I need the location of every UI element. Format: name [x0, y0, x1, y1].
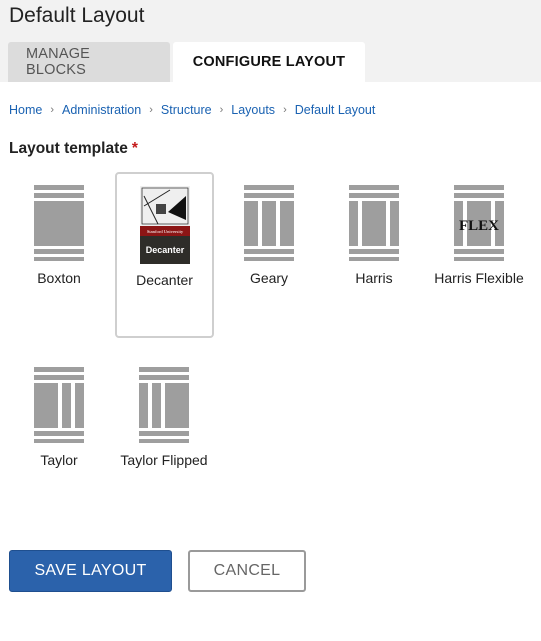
geary-layout-icon — [243, 184, 295, 262]
layout-option-name: Taylor — [40, 452, 78, 468]
chevron-right-icon: › — [149, 104, 153, 116]
required-marker: * — [131, 140, 138, 157]
breadcrumb-default-layout[interactable]: Default Layout — [295, 103, 376, 117]
taylor-layout-icon — [33, 366, 85, 444]
layout-option-boxton[interactable]: Boxton — [9, 184, 109, 288]
breadcrumb-layouts[interactable]: Layouts — [231, 103, 275, 117]
breadcrumb-administration[interactable]: Administration — [62, 103, 141, 117]
tab-configure-layout[interactable]: CONFIGURE LAYOUT — [173, 42, 365, 82]
boxton-layout-icon — [33, 184, 85, 262]
layout-option-name: Taylor Flipped — [120, 452, 208, 468]
layout-option-name: Harris — [355, 270, 393, 286]
cancel-button[interactable]: CANCEL — [188, 550, 306, 592]
main-content: Home › Administration › Structure › Layo… — [0, 82, 541, 641]
layout-option-name: Boxton — [37, 270, 81, 286]
save-layout-button[interactable]: SAVE LAYOUT — [9, 550, 172, 592]
breadcrumb: Home › Administration › Structure › Layo… — [9, 103, 375, 117]
layout-option-decanter[interactable]: Stanford University Decanter Decanter — [115, 172, 214, 338]
layout-option-harris[interactable]: Harris — [324, 184, 424, 288]
breadcrumb-home[interactable]: Home — [9, 103, 42, 117]
harris-layout-icon — [348, 184, 400, 262]
page-header: Default Layout MANAGE BLOCKS CONFIGURE L… — [0, 0, 541, 82]
layout-template-label-text: Layout template — [9, 140, 128, 157]
harris-flexible-layout-icon: FLEX — [453, 184, 505, 262]
layout-option-geary[interactable]: Geary — [219, 184, 319, 288]
decanter-thumb-title: Decanter — [145, 245, 184, 255]
layout-option-taylor-flipped[interactable]: Taylor Flipped — [114, 366, 214, 470]
decanter-thumb-caption: Stanford University — [146, 229, 183, 234]
chevron-right-icon: › — [283, 104, 287, 116]
layout-option-harris-flexible[interactable]: FLEX Harris Flexible — [429, 184, 529, 288]
layout-template-label: Layout template * — [9, 140, 138, 158]
layout-option-name: Geary — [249, 270, 289, 286]
layout-option-taylor[interactable]: Taylor — [9, 366, 109, 470]
page-title: Default Layout — [9, 4, 145, 27]
tab-manage-blocks[interactable]: MANAGE BLOCKS — [8, 42, 170, 82]
flex-thumb-text: FLEX — [459, 218, 499, 234]
decanter-layout-icon: Stanford University Decanter — [139, 186, 190, 264]
layout-option-name: Decanter — [136, 272, 193, 288]
tab-bar: MANAGE BLOCKS CONFIGURE LAYOUT — [8, 42, 365, 82]
chevron-right-icon: › — [219, 104, 224, 116]
chevron-right-icon: › — [50, 104, 55, 116]
taylor-flipped-layout-icon — [138, 366, 190, 444]
layout-option-name: Harris Flexible — [434, 270, 524, 286]
breadcrumb-structure[interactable]: Structure — [161, 103, 212, 117]
